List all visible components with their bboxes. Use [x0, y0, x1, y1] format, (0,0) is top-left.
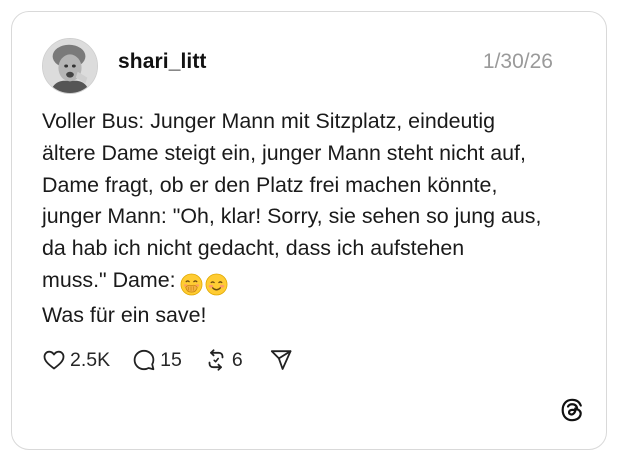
send-icon — [270, 350, 292, 370]
post-line: Voller Bus: Junger Mann mit Sitzplatz, e… — [42, 109, 496, 133]
post-body: Voller Bus: Junger Mann mit Sitzplatz, e… — [42, 106, 582, 332]
post-line: Was für ein save! — [42, 302, 207, 327]
post-line: Dame fragt, ob er den Platz frei machen … — [42, 172, 498, 197]
post-line: muss." Dame: — [42, 267, 176, 292]
post-line: ältere Dame steigt ein, junger Mann steh… — [42, 140, 526, 165]
avatar-image — [43, 39, 97, 93]
smiling-face-with-blushing-cheeks-emoji-icon — [205, 273, 228, 296]
repost-icon — [208, 349, 224, 371]
like-count: 2.5K — [70, 348, 111, 371]
reply-button[interactable]: 15 — [132, 348, 182, 372]
action-bar: 2.5K 15 6 — [42, 345, 315, 375]
speech-bubble-icon — [133, 349, 155, 371]
repost-button[interactable]: 6 — [204, 348, 243, 372]
post-card: shari_litt 1/30/26 Voller Bus: Junger Ma… — [11, 11, 607, 450]
face-with-hand-over-mouth-emoji-icon — [180, 273, 203, 296]
reply-count: 15 — [160, 348, 182, 371]
share-button[interactable] — [269, 348, 293, 372]
threads-logo-icon[interactable] — [559, 397, 585, 423]
repost-count: 6 — [231, 348, 243, 371]
post-line-with-emoji: muss." Dame: — [42, 265, 582, 300]
post-line: da hab ich nicht gedacht, dass ich aufst… — [42, 236, 465, 261]
username[interactable]: shari_litt — [118, 50, 207, 74]
heart-icon — [43, 350, 65, 370]
like-button[interactable]: 2.5K — [42, 348, 110, 372]
post-line: junger Mann: "Oh, klar! Sorry, sie sehen… — [42, 204, 542, 229]
avatar[interactable] — [42, 38, 98, 94]
emoji-group — [180, 268, 230, 300]
post-date[interactable]: 1/30/26 — [483, 50, 553, 74]
